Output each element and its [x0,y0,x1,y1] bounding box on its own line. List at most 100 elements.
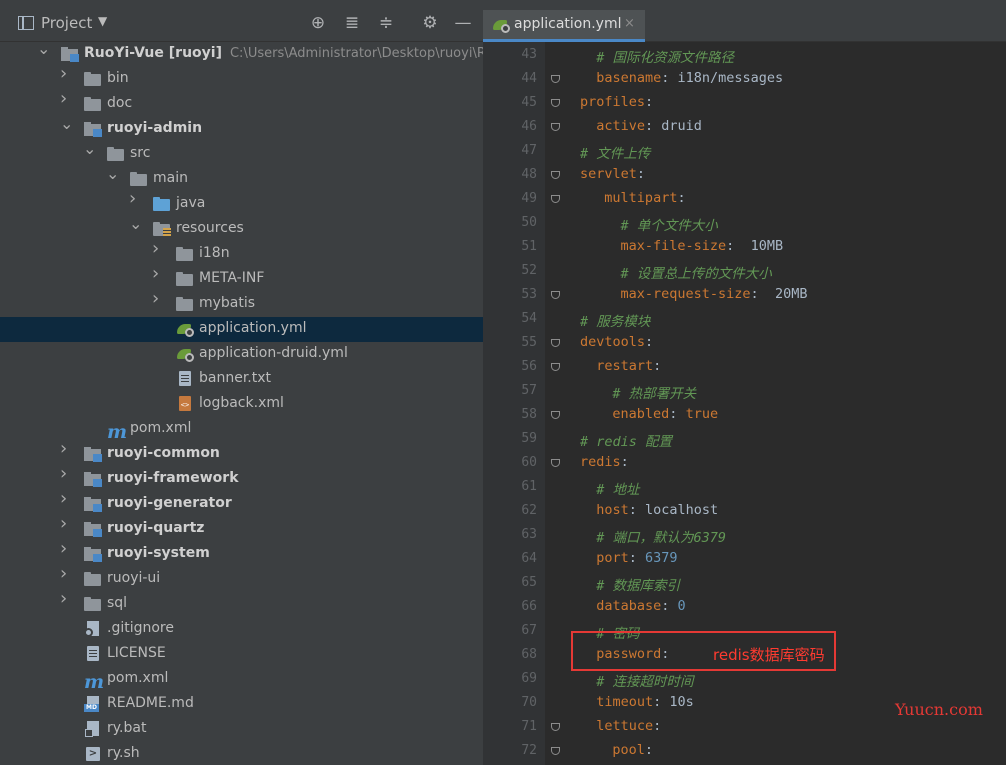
fold-marker-icon[interactable] [551,168,561,179]
chevron-right-icon[interactable]: › [129,190,139,208]
tree-item[interactable]: › sql [0,590,483,617]
code-line: # 热部署开关 [612,382,696,402]
tree-item[interactable]: application.yml [0,317,483,342]
chevron-right-icon[interactable]: › [60,65,70,83]
chevron-right-icon[interactable]: › [152,290,162,308]
tree-item[interactable]: > ry.sh [0,742,483,765]
project-panel-title[interactable]: Project [41,14,92,32]
code-line: port: 6379 [596,550,677,566]
chevron-right-icon[interactable]: › [60,490,70,508]
fold-marker-icon[interactable] [551,96,561,107]
code-comment: # 端口，默认为6379 [596,530,726,546]
code-comment: # 国际化资源文件路径 [596,50,734,66]
chevron-down-icon[interactable]: ⌄ [83,141,96,157]
code-line: enabled: true [612,406,718,422]
fold-marker-icon[interactable] [551,720,561,731]
fold-marker-icon[interactable] [551,408,561,419]
chevron-down-icon[interactable]: ⌄ [60,116,73,132]
locate-icon[interactable]: ⊕ [307,12,329,34]
yaml-colon: : [628,502,645,518]
tree-item-label: README.md [107,695,194,711]
ide-window: Project ▼ ⊕ ≣ ≑ ⚙ — ⌄ RuoYi-Vue [ruoyi] C:… [0,0,1006,765]
tree-item[interactable]: banner.txt [0,367,483,392]
fold-marker-icon[interactable] [551,360,561,371]
gitignore-file-icon [84,621,102,637]
chevron-down-icon[interactable]: ⌄ [37,41,50,57]
chevron-right-icon[interactable]: › [60,590,70,608]
folder-icon [176,296,194,312]
fold-marker-icon[interactable] [551,744,561,755]
tree-item[interactable]: ⌄ resources [0,216,483,242]
tree-item-label: ruoyi-framework [107,470,239,486]
xml-file-icon: <> [176,396,194,412]
fold-marker-icon[interactable] [551,120,561,131]
chevron-right-icon[interactable]: › [60,565,70,583]
tree-item[interactable]: › mybatis [0,290,483,317]
chevron-down-icon[interactable]: ⌄ [106,166,119,182]
yaml-key: devtools [580,334,646,350]
chevron-right-icon[interactable]: › [152,265,162,283]
fold-marker-icon[interactable] [551,72,561,83]
yaml-key: port [596,550,629,566]
tree-item[interactable]: m pom.xml [0,667,483,693]
chevron-down-icon[interactable]: ⌄ [129,216,142,232]
tree-item[interactable]: › ruoyi-ui [0,565,483,592]
fold-marker-icon[interactable] [551,456,561,467]
tree-item[interactable]: › i18n [0,240,483,267]
tree-item[interactable]: m pom.xml [0,417,483,443]
tree-item[interactable]: MD README.md [0,692,483,717]
chevron-right-icon[interactable]: › [60,515,70,533]
tree-item[interactable]: › ruoyi-system [0,540,483,567]
tree-item[interactable]: › ruoyi-framework [0,465,483,492]
tree-item[interactable]: ⌄ src [0,141,483,167]
chevron-right-icon[interactable]: › [152,240,162,258]
chevron-down-icon[interactable]: ▼ [98,14,107,28]
expand-all-icon[interactable]: ≣ [341,12,363,34]
collapse-all-icon[interactable]: ≑ [375,12,397,34]
tree-item[interactable]: ry.bat [0,717,483,742]
close-icon[interactable]: × [624,16,635,31]
tree-item[interactable]: application-druid.yml [0,342,483,367]
tree-item[interactable]: <> logback.xml [0,392,483,417]
settings-icon[interactable]: ⚙ [419,12,441,34]
tree-item[interactable]: › META-INF [0,265,483,292]
tab-application-yml[interactable]: application.yml × [483,10,645,42]
tree-item[interactable]: ⌄ main [0,166,483,192]
fold-marker-icon[interactable] [551,192,561,203]
tree-item[interactable]: › ruoyi-quartz [0,515,483,542]
tree-item[interactable]: › java [0,190,483,217]
folder-icon [176,271,194,287]
tree-item[interactable]: › ruoyi-common [0,440,483,467]
tree-item-label: bin [107,70,129,86]
tree-item-label: application-druid.yml [199,345,348,361]
tree-item[interactable]: ⌄ ruoyi-admin [0,116,483,142]
line-number: 45 [521,95,537,110]
yaml-key: multipart [604,190,678,206]
tree-item[interactable]: LICENSE [0,642,483,667]
yaml-colon: : [653,694,670,710]
chevron-right-icon[interactable]: › [60,440,70,458]
module-icon [84,446,102,462]
chevron-right-icon[interactable]: › [60,90,70,108]
chevron-right-icon[interactable]: › [60,540,70,558]
yaml-colon: : [653,718,662,734]
project-icon [18,16,34,30]
code-comment: # 文件上传 [580,146,651,162]
fold-marker-icon[interactable] [551,336,561,347]
line-number: 52 [521,263,537,278]
module-icon [84,546,102,562]
fold-marker-icon[interactable] [551,288,561,299]
tree-item-label: RuoYi-Vue [ruoyi] C:\Users\Administrator\… [84,45,483,61]
hide-icon[interactable]: — [452,12,474,34]
folder-icon [84,96,102,112]
tree-item[interactable]: › ruoyi-generator [0,490,483,517]
tree-item[interactable]: .gitignore [0,617,483,642]
folder-icon [84,71,102,87]
chevron-right-icon[interactable]: › [60,465,70,483]
text-file-icon [84,646,102,662]
code-comment: # 单个文件大小 [620,218,718,234]
code-comment: # 设置总上传的文件大小 [620,266,772,282]
yaml-value: 10MB [742,238,784,254]
tree-item[interactable]: ⌄ RuoYi-Vue [ruoyi] C:\Users\Administrator… [0,41,483,67]
tree-item[interactable]: › bin [0,65,483,92]
